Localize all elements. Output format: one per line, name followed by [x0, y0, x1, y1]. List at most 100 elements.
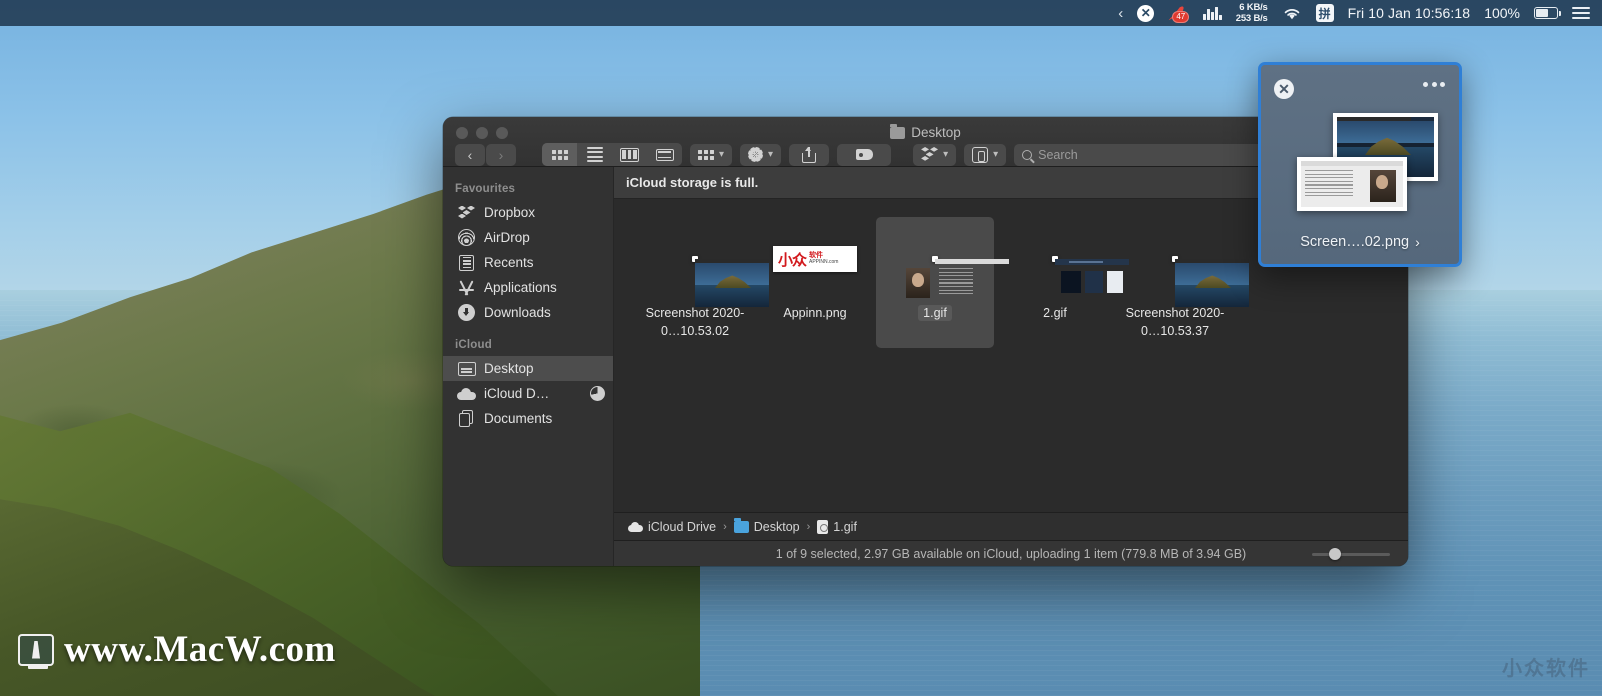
recents-icon — [457, 253, 476, 272]
menubar-wifi[interactable] — [1282, 0, 1302, 26]
gear-icon — [748, 147, 764, 162]
sidebar-header-favourites: Favourites — [455, 183, 516, 195]
sidebar-item-recents[interactable]: Recents — [443, 250, 613, 275]
breadcrumb-icloud-drive[interactable]: iCloud Drive — [628, 520, 716, 534]
chevron-down-icon: ▾ — [719, 149, 725, 160]
desktop-icon — [457, 359, 476, 378]
icon-view-button[interactable] — [542, 143, 577, 166]
file-thumbnail — [1172, 223, 1249, 307]
sidebar-item-documents[interactable]: Documents — [443, 406, 613, 431]
chevron-down-icon: ▾ — [768, 149, 774, 160]
speed-icon: 6 KB/s 253 B/s — [1236, 2, 1268, 24]
action-menu-button[interactable]: ▾ — [740, 143, 782, 166]
tags-button[interactable] — [837, 143, 892, 166]
list-icon — [1572, 7, 1590, 19]
status-bar: 1 of 9 selected, 2.97 GB available on iC… — [614, 540, 1408, 566]
app-menu-button[interactable]: ▾ — [964, 143, 1007, 166]
breadcrumb-desktop[interactable]: Desktop — [733, 517, 800, 534]
menubar-input-method[interactable]: 拼 — [1315, 0, 1334, 26]
breadcrumb-file[interactable]: 1.gif — [817, 519, 857, 534]
menubar-control-center[interactable] — [1572, 0, 1590, 26]
desktop-wallpaper: ‹ ✕ 47 6 KB/s 253 B/s 拼 Fri 10 Jan 10:56… — [0, 0, 1602, 696]
airdrop-transfer-popup[interactable]: ✕ Screen….02.png › — [1258, 62, 1462, 267]
file-thumbnail: 小众 软件 APPINN.com — [773, 223, 857, 295]
file-name: Screenshot 2020-0…10.53.02 — [645, 306, 745, 338]
sidebar-item-icloud-drive[interactable]: iCloud D… — [443, 381, 613, 406]
file-item[interactable]: 2.gif — [996, 217, 1129, 348]
rocket-icon: 47 — [1168, 5, 1190, 23]
sidebar-item-downloads[interactable]: Downloads — [443, 300, 613, 325]
ime-icon: 拼 — [1315, 4, 1334, 22]
list-icon — [586, 146, 603, 163]
menubar-network-speed[interactable]: 6 KB/s 253 B/s — [1236, 0, 1268, 26]
dropbox-icon — [457, 203, 476, 222]
list-view-button[interactable] — [577, 143, 612, 166]
icon-size-slider[interactable] — [1312, 548, 1390, 560]
shadowsocks-icon: ✕ — [1137, 4, 1155, 22]
wifi-icon — [1284, 8, 1299, 19]
sidebar-item-desktop[interactable]: Desktop — [443, 356, 613, 381]
sidebar-item-label: Downloads — [484, 305, 551, 320]
chevron-right-icon[interactable]: › — [1415, 234, 1420, 250]
sidebar-item-label: Documents — [484, 411, 553, 426]
sync-progress-icon — [590, 386, 605, 401]
network-bars-icon — [1203, 6, 1222, 20]
upload-speed: 253 B/s — [1235, 13, 1268, 24]
chevron-left-icon: ‹ — [1118, 4, 1124, 22]
menubar-network-graph[interactable] — [1203, 0, 1222, 26]
menu-bar: ‹ ✕ 47 6 KB/s 253 B/s 拼 Fri 10 Jan 10:56… — [0, 0, 1602, 26]
gallery-view-button[interactable] — [647, 143, 682, 166]
sidebar-item-label: Recents — [484, 255, 534, 270]
clock-text: Fri 10 Jan 10:56:18 — [1347, 5, 1471, 21]
battery-icon — [1534, 7, 1561, 19]
group-by-button[interactable]: ▾ — [690, 143, 733, 166]
columns-icon — [619, 147, 640, 162]
search-placeholder: Search — [1038, 147, 1078, 162]
file-item[interactable]: 小众 软件 APPINN.com Appinn.png — [756, 217, 874, 348]
dropbox-menu-button[interactable]: ▾ — [913, 143, 957, 166]
menubar-shadowsocks[interactable]: ✕ — [1137, 0, 1155, 26]
column-view-button[interactable] — [612, 143, 647, 166]
menubar-clock[interactable]: Fri 10 Jan 10:56:18 — [1348, 0, 1471, 26]
sidebar-item-applications[interactable]: Applications — [443, 275, 613, 300]
folder-icon — [733, 517, 749, 533]
airdrop-icon — [457, 228, 476, 247]
file-thumbnail — [692, 223, 769, 307]
breadcrumb-separator: › — [723, 520, 727, 533]
menubar-battery[interactable] — [1534, 0, 1561, 26]
downloads-icon — [457, 303, 476, 322]
popup-thumbnail-front — [1297, 157, 1407, 211]
documents-icon — [457, 409, 476, 428]
folder-icon — [890, 123, 906, 139]
file-name: Appinn.png — [783, 306, 847, 320]
slider-track — [1312, 552, 1390, 556]
applications-icon — [457, 278, 476, 297]
forward-button[interactable]: › — [486, 143, 516, 166]
file-icon — [817, 519, 829, 534]
gallery-icon — [655, 148, 674, 161]
slider-knob[interactable] — [1328, 548, 1341, 560]
back-button[interactable]: ‹ — [455, 143, 485, 166]
file-item[interactable]: Screenshot 2020-0…10.53.37 — [1116, 217, 1249, 348]
site-watermark: www.MacW.com — [18, 628, 336, 671]
sidebar-item-dropbox[interactable]: Dropbox — [443, 200, 613, 225]
breadcrumb-label: 1.gif — [833, 519, 857, 534]
sidebar-item-airdrop[interactable]: AirDrop — [443, 225, 613, 250]
sidebar-item-label: Dropbox — [484, 205, 536, 220]
file-name: 2.gif — [1043, 306, 1067, 320]
icloud-icon — [457, 384, 476, 403]
share-icon — [802, 146, 817, 163]
share-button[interactable] — [789, 143, 830, 166]
menubar-rocket[interactable]: 47 — [1168, 0, 1190, 26]
dropbox-icon — [921, 147, 939, 162]
file-item[interactable]: Screenshot 2020-0…10.53.02 — [636, 217, 769, 348]
file-name: 1.gif — [918, 304, 952, 322]
close-icon[interactable]: ✕ — [1274, 79, 1294, 99]
more-options-icon[interactable] — [1423, 82, 1445, 87]
file-item-selected[interactable]: 1.gif — [876, 217, 1009, 348]
rocket-badge-count: 47 — [1172, 10, 1190, 23]
menubar-battery-percent[interactable]: 100% — [1484, 0, 1520, 26]
breadcrumb-label: Desktop — [753, 519, 800, 534]
sidebar-item-label: iCloud D… — [484, 386, 550, 401]
menubar-collapse-chevron[interactable]: ‹ — [1118, 0, 1123, 26]
